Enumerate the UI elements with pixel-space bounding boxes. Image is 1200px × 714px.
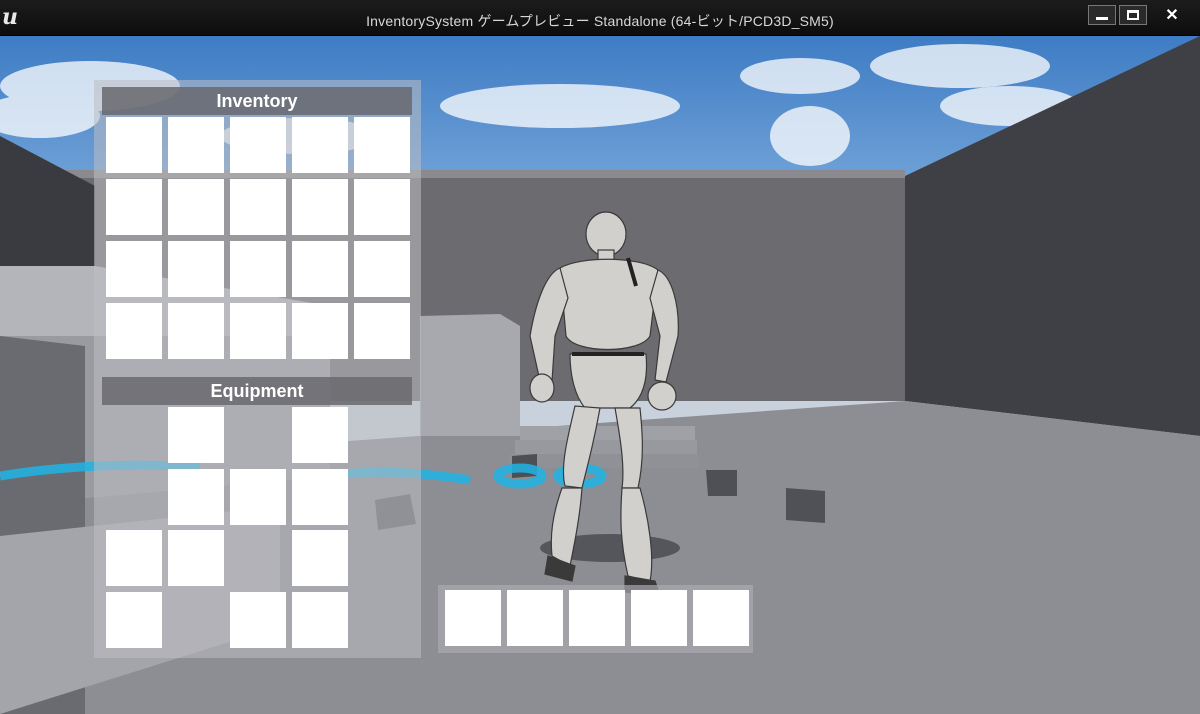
inventory-slot[interactable] bbox=[292, 179, 348, 235]
inventory-panel: Inventory bbox=[94, 80, 421, 370]
center-block bbox=[420, 314, 520, 436]
equipment-slot[interactable] bbox=[106, 530, 162, 586]
inventory-slot[interactable] bbox=[292, 117, 348, 173]
equipment-slot[interactable] bbox=[292, 469, 348, 525]
equipment-panel: Equipment bbox=[94, 370, 421, 658]
window-titlebar[interactable]: u InventorySystem ゲームプレビュー Standalone (6… bbox=[0, 0, 1200, 36]
inventory-slot[interactable] bbox=[354, 241, 410, 297]
equipment-slot[interactable] bbox=[230, 469, 286, 525]
equipment-slot[interactable] bbox=[292, 407, 348, 463]
inventory-slot[interactable] bbox=[168, 303, 224, 359]
equipment-slot[interactable] bbox=[168, 530, 224, 586]
window-controls: ✕ bbox=[1088, 5, 1194, 25]
inventory-slot[interactable] bbox=[168, 117, 224, 173]
hotbar-slot[interactable] bbox=[569, 590, 625, 646]
inventory-slot[interactable] bbox=[230, 241, 286, 297]
window-title: InventorySystem ゲームプレビュー Standalone (64-… bbox=[366, 13, 834, 29]
inventory-slot[interactable] bbox=[106, 179, 162, 235]
inventory-slot[interactable] bbox=[168, 241, 224, 297]
inventory-slot[interactable] bbox=[168, 179, 224, 235]
equipment-slot[interactable] bbox=[230, 592, 286, 648]
inventory-slot[interactable] bbox=[354, 117, 410, 173]
hotbar-slot[interactable] bbox=[693, 590, 749, 646]
inventory-slot[interactable] bbox=[106, 241, 162, 297]
equipment-slot[interactable] bbox=[168, 407, 224, 463]
equipment-slot[interactable] bbox=[292, 592, 348, 648]
minimize-button[interactable] bbox=[1088, 5, 1116, 25]
inventory-slot[interactable] bbox=[354, 303, 410, 359]
stairs bbox=[510, 426, 698, 468]
hotbar-slot[interactable] bbox=[631, 590, 687, 646]
inventory-title: Inventory bbox=[102, 87, 412, 115]
maximize-button[interactable] bbox=[1119, 5, 1147, 25]
inventory-slot[interactable] bbox=[292, 241, 348, 297]
inventory-slot[interactable] bbox=[292, 303, 348, 359]
equipment-title: Equipment bbox=[102, 377, 412, 405]
inventory-slot[interactable] bbox=[106, 303, 162, 359]
inventory-slot[interactable] bbox=[230, 303, 286, 359]
inventory-slot[interactable] bbox=[354, 179, 410, 235]
maximize-icon bbox=[1127, 10, 1139, 20]
hotbar bbox=[438, 585, 753, 653]
equipment-slot[interactable] bbox=[106, 592, 162, 648]
close-button[interactable]: ✕ bbox=[1150, 5, 1194, 25]
hotbar-slot[interactable] bbox=[507, 590, 563, 646]
inventory-slot[interactable] bbox=[230, 179, 286, 235]
game-viewport[interactable]: Inventory Equipment bbox=[0, 36, 1200, 714]
inventory-slot[interactable] bbox=[106, 117, 162, 173]
minimize-icon bbox=[1096, 16, 1108, 20]
equipment-slot[interactable] bbox=[168, 469, 224, 525]
close-icon: ✕ bbox=[1165, 7, 1179, 24]
equipment-slot[interactable] bbox=[292, 530, 348, 586]
hotbar-slot[interactable] bbox=[445, 590, 501, 646]
inventory-slot[interactable] bbox=[230, 117, 286, 173]
